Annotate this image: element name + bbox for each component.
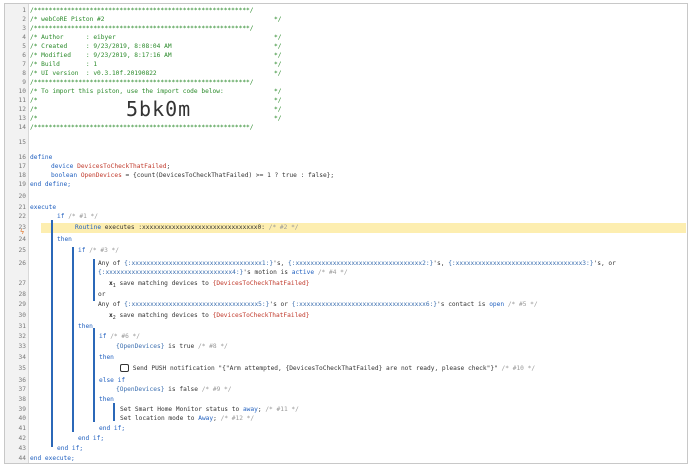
line-number: 32 <box>18 333 26 340</box>
line-number: 28 <box>18 291 26 298</box>
code-line-8: /* UI version : v0.3.10f.20190822 */ <box>30 70 282 77</box>
line-number: 39 <box>18 406 26 413</box>
line-number: 9 <box>22 79 26 86</box>
condition-8[interactable]: {OpenDevices} is true /* #8 */ <box>116 342 228 351</box>
code-line-13: /* */ <box>30 115 282 122</box>
condition-group-bar <box>93 259 95 301</box>
if-block-bar <box>72 247 74 432</box>
code-line-21: execute <box>30 204 57 211</box>
line-number: 17 <box>18 163 26 170</box>
line-number: 16 <box>18 154 26 161</box>
line-number: 22 <box>18 213 26 220</box>
code-line-34: then <box>99 354 114 361</box>
code-line-1: /***************************************… <box>30 7 254 14</box>
line-number: 40 <box>18 415 26 422</box>
code-line-19: end define; <box>30 181 71 188</box>
code-line-3: /***************************************… <box>30 25 254 32</box>
piston-code-viewer: ϟ /*************************************… <box>4 3 688 464</box>
condition-4-line-2[interactable]: {:xxxxxxxxxxxxxxxxxxxxxxxxxxxxxxxxxx4:}'… <box>98 268 348 277</box>
save-matching-2[interactable]: x2 save matching devices to {DevicesToCh… <box>109 311 309 321</box>
line-number: 41 <box>18 425 26 432</box>
if-block-bar <box>93 328 95 422</box>
code-line-6: /* Modified : 9/23/2019, 8:17:16 AM */ <box>30 52 282 59</box>
line-number: 11 <box>18 97 26 104</box>
code-line-11: /* */ <box>30 97 282 104</box>
code-line-4: /* Author : eibyer */ <box>30 34 282 41</box>
code-line-16: define <box>30 154 53 161</box>
code-line-18: boolean OpenDevices = {count(DevicesToCh… <box>51 172 335 179</box>
line-number: 3 <box>22 25 26 32</box>
line-number: 34 <box>18 354 26 361</box>
code-line-24: then <box>57 236 72 243</box>
code-line-14: /***************************************… <box>30 124 254 131</box>
if-statement-1[interactable]: if /* #1 */ <box>57 212 98 221</box>
line-number: 14 <box>18 124 26 131</box>
line-number: 18 <box>18 172 26 179</box>
code-line-38: then <box>99 396 114 403</box>
code-line-17: device DevicesToCheckThatFailed; <box>51 163 171 170</box>
code-line-36: else if <box>99 377 126 384</box>
line-number: 12 <box>18 106 26 113</box>
line-number: 35 <box>18 365 26 372</box>
save-matching-1[interactable]: x1 save matching devices to {DevicesToCh… <box>109 279 309 289</box>
code-line-41: end if; <box>99 425 126 432</box>
boolean-variable[interactable]: OpenDevices <box>81 172 122 179</box>
line-number: 29 <box>18 301 26 308</box>
line-number: 30 <box>18 312 26 319</box>
line-number: 21 <box>18 204 26 211</box>
chat-bubble-icon <box>120 364 129 372</box>
push-notification-action[interactable]: Send PUSH notification "{"Arm attempted,… <box>120 364 535 373</box>
if-block-bar <box>51 220 53 447</box>
code-line-31: then <box>78 323 93 330</box>
code-line-7: /* Build : 1 */ <box>30 61 282 68</box>
line-number: 23 <box>18 224 26 231</box>
line-number: 38 <box>18 396 26 403</box>
line-number: 31 <box>18 323 26 330</box>
line-number: 1 <box>22 7 26 14</box>
action-block-bar <box>113 403 115 421</box>
line-number: 27 <box>18 280 26 287</box>
device-variable[interactable]: DevicesToCheckThatFailed <box>77 163 166 170</box>
line-number: 43 <box>18 445 26 452</box>
if-statement-3[interactable]: if /* #3 */ <box>78 246 119 255</box>
shm-action[interactable]: Set Smart Home Monitor status to away; /… <box>120 405 299 414</box>
line-number: 8 <box>22 70 26 77</box>
line-number: 42 <box>18 435 26 442</box>
condition-4-line-1[interactable]: Any of {:xxxxxxxxxxxxxxxxxxxxxxxxxxxxxxx… <box>98 259 616 268</box>
code-line-12: /* 5bk0m */ <box>30 97 282 121</box>
code-line-43: end if; <box>57 445 84 452</box>
code-line-44: end execute; <box>30 455 75 462</box>
code-line-10: /* To import this piston, use the import… <box>30 88 282 95</box>
if-statement-6[interactable]: if /* #6 */ <box>99 332 140 341</box>
line-number: 36 <box>18 377 26 384</box>
condition-5[interactable]: Any of {:xxxxxxxxxxxxxxxxxxxxxxxxxxxxxxx… <box>98 300 538 309</box>
line-number: 13 <box>18 115 26 122</box>
code-line-42: end if; <box>78 435 105 442</box>
line-number: 33 <box>18 343 26 350</box>
location-mode-action[interactable]: Set location mode to Away; /* #12 */ <box>120 414 254 423</box>
routine-trigger[interactable]: Routine executes :xxxxxxxxxxxxxxxxxxxxxx… <box>75 223 299 232</box>
import-code[interactable]: 5bk0m <box>126 99 191 119</box>
line-number: 37 <box>18 386 26 393</box>
line-number: 19 <box>18 181 26 188</box>
line-number: 2 <box>22 16 26 23</box>
condition-9[interactable]: {OpenDevices} is false /* #9 */ <box>116 385 232 394</box>
line-number: 7 <box>22 61 26 68</box>
line-number: 25 <box>18 247 26 254</box>
line-number: 5 <box>22 43 26 50</box>
line-number: 24 <box>18 236 26 243</box>
line-number: 10 <box>18 88 26 95</box>
line-number: 15 <box>18 139 26 146</box>
line-number: 6 <box>22 52 26 59</box>
code-line-5: /* Created : 9/23/2019, 8:08:04 AM */ <box>30 43 282 50</box>
line-number: 4 <box>22 34 26 41</box>
line-number: 26 <box>18 260 26 267</box>
line-number: 44 <box>18 455 26 462</box>
code-line-9: /***************************************… <box>30 79 254 86</box>
line-number: 20 <box>18 193 26 200</box>
code-line-2: /* webCoRE Piston #2 */ <box>30 16 282 23</box>
or-operator: or <box>98 291 106 298</box>
